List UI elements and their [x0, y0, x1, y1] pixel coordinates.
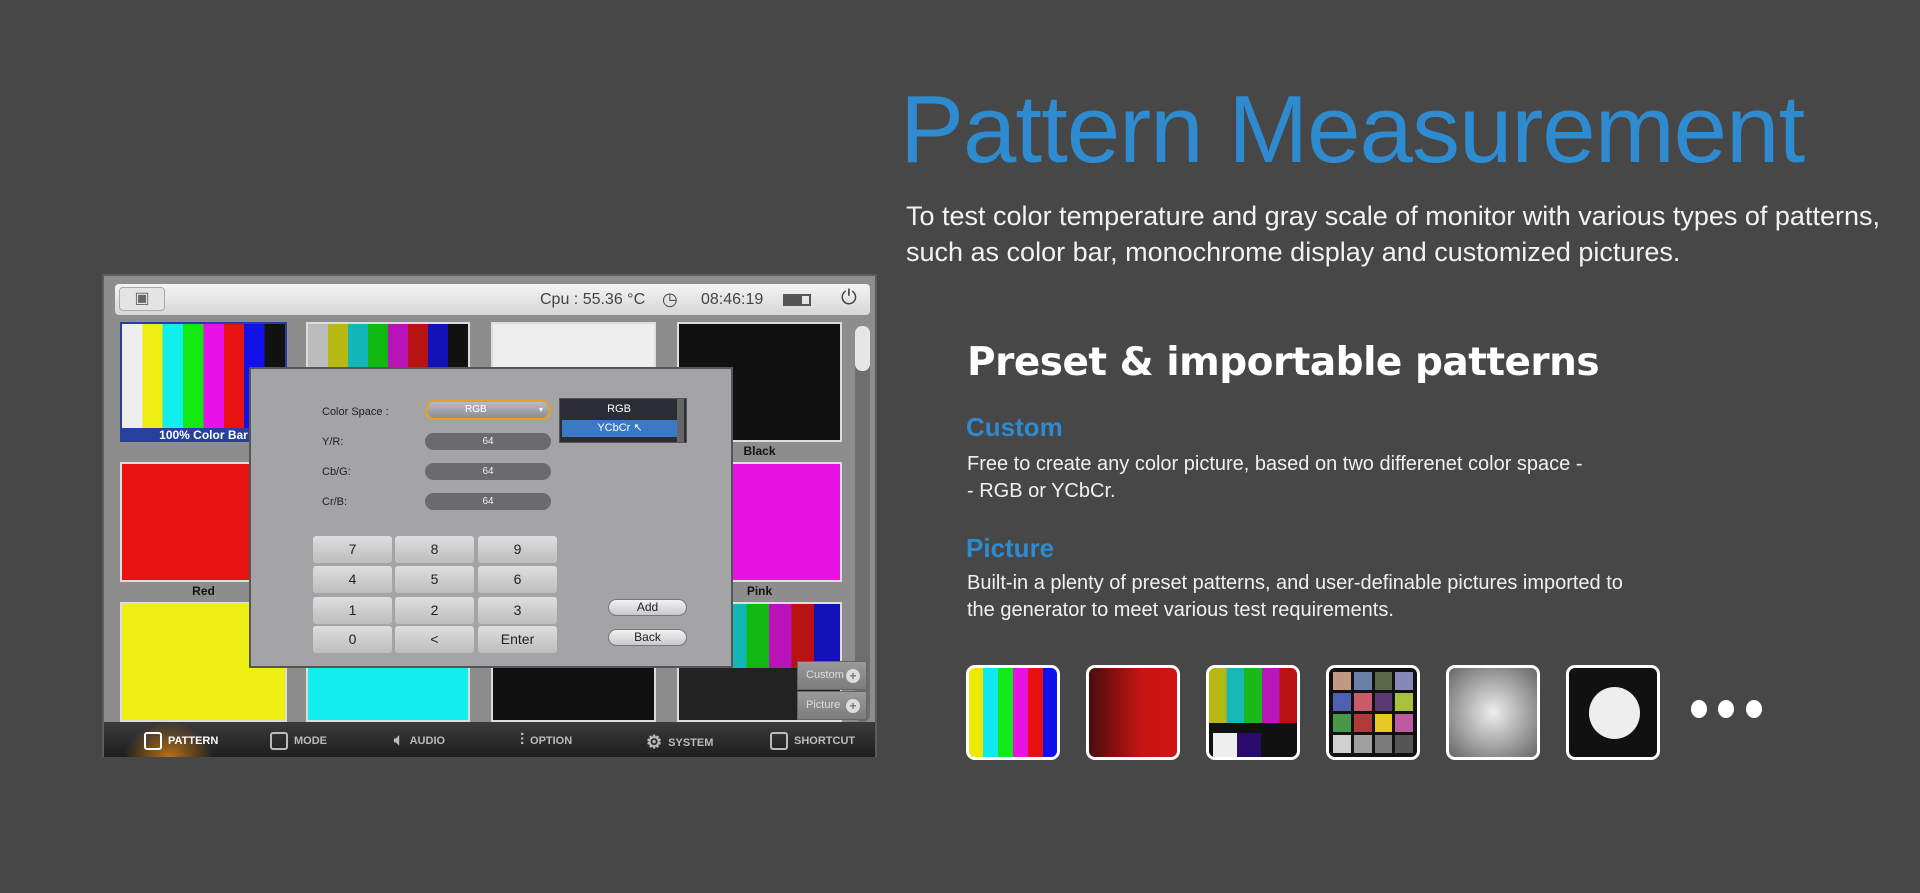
color-space-select[interactable]: RGB ▾	[425, 400, 551, 420]
custom-button-label: Custom	[806, 669, 844, 681]
picture-heading: Picture	[966, 533, 1055, 563]
custom-color-dialog: Color Space : RGB ▾ RGB YCbCr ↖ Y/R: 64 C…	[249, 367, 733, 668]
bottom-nav: PATTERN MODE 🔈︎ AUDIO ⫶ OPTION ⚙ SYSTEM SHO…	[104, 722, 875, 757]
cbg-label: Cb/G:	[322, 466, 351, 478]
key-2[interactable]: 2	[395, 597, 474, 624]
add-button[interactable]: Add	[608, 599, 687, 616]
thumb-color-bar	[966, 665, 1060, 760]
cpu-temperature: Cpu : 55.36 °C	[540, 291, 646, 308]
key-4[interactable]: 4	[313, 566, 392, 593]
nav-mode[interactable]: MODE	[270, 732, 327, 750]
key-backspace[interactable]: <	[395, 626, 474, 653]
thumb-gray-gradient	[1446, 665, 1540, 760]
nav-system[interactable]: ⚙ SYSTEM	[646, 732, 713, 753]
key-enter[interactable]: Enter	[478, 626, 557, 653]
nav-label: MODE	[294, 735, 327, 747]
nav-label: OPTION	[530, 735, 573, 747]
speaker-icon: 🔈︎	[394, 732, 404, 749]
back-button[interactable]: Back	[608, 629, 687, 646]
key-7[interactable]: 7	[313, 536, 392, 563]
chevron-down-icon: ▾	[538, 405, 543, 414]
yr-label: Y/R:	[322, 436, 344, 448]
picture-button-label: Picture	[806, 699, 841, 711]
custom-button[interactable]: Custom +	[797, 661, 867, 690]
top-bar: ▣ Cpu : 55.36 °C ◷ 08:46:19 ⏻	[115, 284, 870, 315]
plus-icon: +	[846, 669, 860, 683]
more-dot	[1718, 700, 1734, 718]
color-space-dropdown: RGB YCbCr ↖	[559, 398, 687, 443]
power-icon[interactable]: ⏻	[841, 287, 857, 310]
thumb-red-gradient	[1086, 665, 1180, 760]
thumb-white-circle	[1566, 665, 1660, 760]
gallery-icon[interactable]: ▣	[119, 287, 165, 311]
thumb-color-checker	[1326, 665, 1420, 760]
picture-text-line: Built-in a plenty of preset patterns, an…	[967, 572, 1623, 594]
crb-label: Cr/B:	[322, 496, 348, 508]
nav-label: PATTERN	[168, 735, 219, 747]
color-space-value: RGB	[465, 404, 487, 415]
sliders-icon: ⫶	[520, 732, 525, 749]
plus-icon: +	[846, 699, 860, 713]
nav-label: AUDIO	[409, 735, 446, 747]
scrollbar-thumb[interactable]	[855, 326, 870, 371]
color-space-label: Color Space :	[322, 406, 389, 418]
option-ycbcr-label: YCbCr	[597, 422, 631, 434]
key-3[interactable]: 3	[478, 597, 557, 624]
picture-text-line: the generator to meet various test requi…	[967, 599, 1394, 621]
page-title: Pattern Measurement	[900, 76, 1805, 183]
custom-text-line: - RGB or YCbCr.	[967, 480, 1116, 502]
key-1[interactable]: 1	[313, 597, 392, 624]
custom-text: Free to create any color picture, based …	[967, 451, 1687, 505]
device-screen: ▣ Cpu : 55.36 °C ◷ 08:46:19 ⏻ 100% Color…	[102, 274, 877, 757]
option-rgb[interactable]: RGB	[560, 399, 678, 420]
dropdown-scrollbar[interactable]	[677, 399, 684, 442]
more-dot	[1691, 700, 1707, 718]
page-description: To test color temperature and gray scale…	[906, 201, 1880, 267]
nav-pattern[interactable]: PATTERN	[144, 732, 218, 750]
nav-option[interactable]: ⫶ OPTION	[520, 732, 572, 750]
nav-shortcut[interactable]: SHORTCUT	[770, 732, 855, 750]
option-ycbcr[interactable]: YCbCr ↖	[562, 420, 678, 437]
nav-label: SYSTEM	[668, 736, 714, 749]
mode-icon	[270, 732, 288, 750]
yr-input[interactable]: 64	[425, 433, 551, 450]
key-8[interactable]: 8	[395, 536, 474, 563]
custom-text-line: Free to create any color picture, based …	[967, 453, 1583, 475]
nav-label: SHORTCUT	[794, 735, 856, 747]
key-9[interactable]: 9	[478, 536, 557, 563]
more-dot	[1746, 700, 1762, 718]
key-0[interactable]: 0	[313, 626, 392, 653]
thumb-smpte-bars	[1206, 665, 1300, 760]
shortcut-icon	[770, 732, 788, 750]
nav-audio[interactable]: 🔈︎ AUDIO	[394, 732, 445, 750]
cbg-input[interactable]: 64	[425, 463, 551, 480]
clock-icon: ◷	[662, 289, 678, 309]
picture-button[interactable]: Picture +	[797, 691, 867, 720]
time: 08:46:19	[701, 291, 764, 308]
key-6[interactable]: 6	[478, 566, 557, 593]
gear-icon: ⚙	[646, 732, 663, 752]
key-5[interactable]: 5	[395, 566, 474, 593]
battery-icon	[783, 294, 811, 306]
pattern-icon	[144, 732, 162, 750]
custom-heading: Custom	[966, 412, 1063, 442]
features-title: Preset & importable patterns	[967, 340, 1600, 385]
crb-input[interactable]: 64	[425, 493, 551, 510]
picture-text: Built-in a plenty of preset patterns, an…	[967, 570, 1687, 624]
